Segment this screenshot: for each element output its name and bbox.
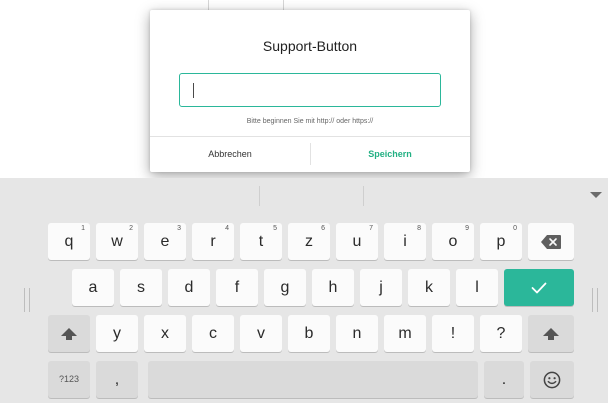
suggestion-divider: [363, 186, 364, 206]
comma-key[interactable]: ,: [96, 361, 138, 398]
key-label: y: [113, 325, 121, 342]
key-d[interactable]: d: [168, 269, 210, 306]
key-w[interactable]: w2: [96, 223, 138, 260]
key-hint: 5: [273, 225, 277, 232]
suggestion-divider: [259, 186, 260, 206]
key-b[interactable]: b: [288, 315, 330, 352]
key-k[interactable]: k: [408, 269, 450, 306]
key-label: c: [209, 325, 217, 342]
cancel-button[interactable]: Abbrechen: [150, 137, 310, 172]
key-p[interactable]: p0: [480, 223, 522, 260]
key-question[interactable]: ?: [480, 315, 522, 352]
key-exclamation[interactable]: !: [432, 315, 474, 352]
key-label: z: [305, 233, 313, 250]
key-label: h: [328, 279, 338, 296]
checkmark-icon: [531, 282, 547, 294]
url-input[interactable]: [179, 73, 441, 107]
key-q[interactable]: q1: [48, 223, 90, 260]
key-f[interactable]: f: [216, 269, 258, 306]
key-j[interactable]: j: [360, 269, 402, 306]
key-label: x: [161, 325, 169, 342]
key-g[interactable]: g: [264, 269, 306, 306]
period-key[interactable]: .: [484, 361, 524, 398]
key-label: f: [234, 279, 240, 296]
backspace-key[interactable]: [528, 223, 574, 260]
key-i[interactable]: i8: [384, 223, 426, 260]
key-r[interactable]: r4: [192, 223, 234, 260]
key-label: a: [88, 279, 98, 296]
key-hint: 2: [129, 225, 133, 232]
key-label: t: [258, 233, 264, 250]
collapse-keyboard-icon[interactable]: [590, 192, 602, 198]
key-hint: 1: [81, 225, 85, 232]
key-a[interactable]: a: [72, 269, 114, 306]
text-cursor: [193, 83, 194, 98]
key-label: e: [160, 233, 170, 250]
shift-key-left[interactable]: [48, 315, 90, 352]
key-label: p: [496, 233, 506, 250]
key-label: k: [425, 279, 433, 296]
input-hint: Bitte beginnen Sie mit http:// oder http…: [246, 118, 374, 125]
key-label: b: [304, 325, 314, 342]
save-button[interactable]: Speichern: [310, 137, 470, 172]
backspace-icon: [541, 234, 561, 249]
key-hint: 8: [417, 225, 421, 232]
key-label: d: [184, 279, 194, 296]
key-u[interactable]: u7: [336, 223, 378, 260]
symbols-key[interactable]: ?123: [48, 361, 90, 398]
key-label: s: [137, 279, 145, 296]
key-c[interactable]: c: [192, 315, 234, 352]
key-label: n: [352, 325, 362, 342]
shift-arrow-icon: [543, 327, 559, 340]
key-hint: 7: [369, 225, 373, 232]
left-drag-handle-icon[interactable]: [24, 288, 30, 312]
smiley-icon: [543, 371, 561, 389]
key-s[interactable]: s: [120, 269, 162, 306]
key-label: r: [210, 233, 216, 250]
right-drag-handle-icon[interactable]: [592, 288, 598, 312]
key-o[interactable]: o9: [432, 223, 474, 260]
key-x[interactable]: x: [144, 315, 186, 352]
key-label: o: [448, 233, 458, 250]
key-label: l: [475, 279, 479, 296]
key-hint: 3: [177, 225, 181, 232]
key-label: m: [398, 325, 412, 342]
emoji-key[interactable]: [530, 361, 574, 398]
key-hint: 6: [321, 225, 325, 232]
key-label: ?: [496, 325, 506, 342]
key-hint: 0: [513, 225, 517, 232]
key-label: u: [352, 233, 362, 250]
dialog-title: Support-Button: [262, 38, 358, 54]
key-label: !: [450, 325, 456, 342]
shift-key-right[interactable]: [528, 315, 574, 352]
key-y[interactable]: y: [96, 315, 138, 352]
key-label: q: [64, 233, 74, 250]
key-label: j: [379, 279, 383, 296]
key-m[interactable]: m: [384, 315, 426, 352]
key-e[interactable]: e3: [144, 223, 186, 260]
key-v[interactable]: v: [240, 315, 282, 352]
key-z[interactable]: z6: [288, 223, 330, 260]
key-n[interactable]: n: [336, 315, 378, 352]
key-hint: 4: [225, 225, 229, 232]
key-h[interactable]: h: [312, 269, 354, 306]
space-bar[interactable]: [148, 361, 478, 398]
done-key[interactable]: [504, 269, 574, 306]
shift-arrow-icon: [61, 327, 77, 340]
key-label: g: [280, 279, 290, 296]
key-label: i: [403, 233, 407, 250]
key-t[interactable]: t5: [240, 223, 282, 260]
key-label: v: [257, 325, 265, 342]
key-l[interactable]: l: [456, 269, 498, 306]
key-hint: 9: [465, 225, 469, 232]
support-button-dialog: Support-Button Bitte beginnen Sie mit ht…: [150, 10, 470, 172]
key-label: w: [111, 233, 123, 250]
